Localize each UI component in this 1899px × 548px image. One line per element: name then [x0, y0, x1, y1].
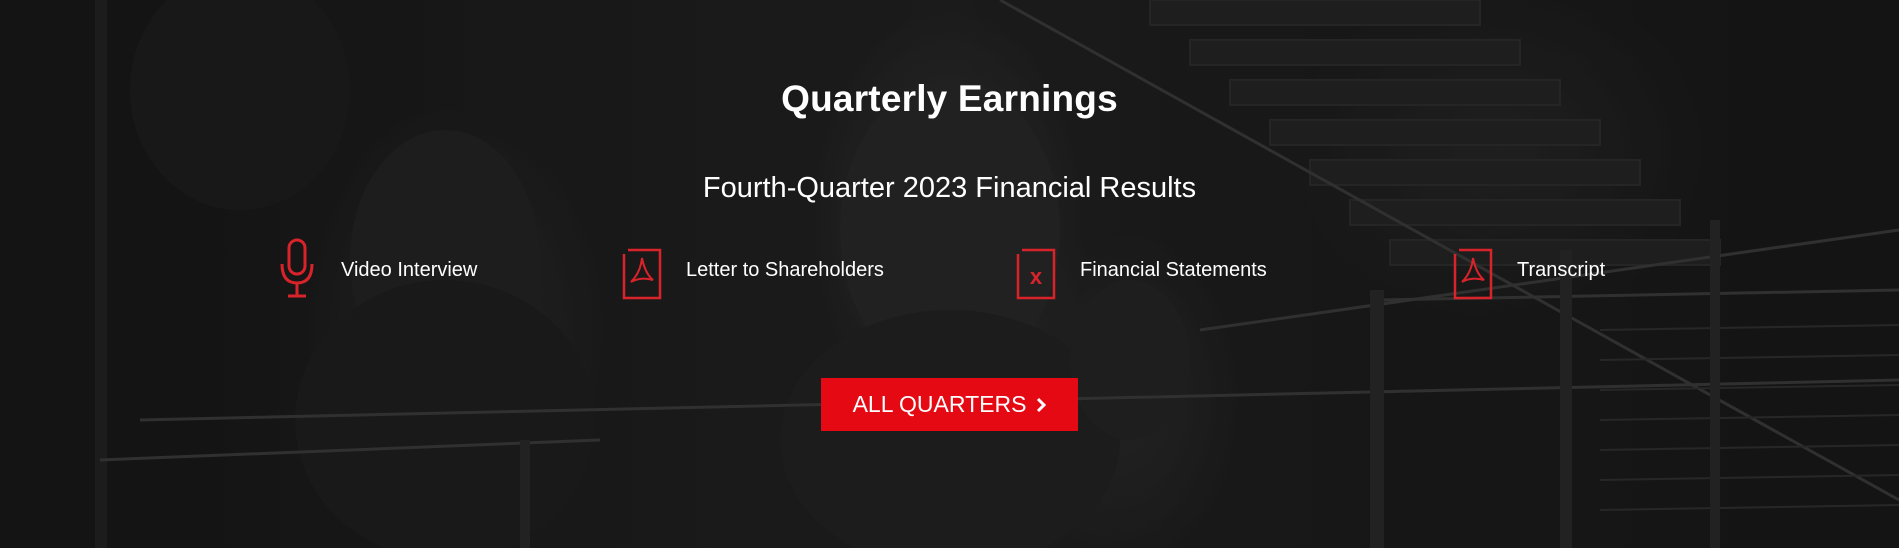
- letter-to-shareholders-label: Letter to Shareholders: [686, 258, 884, 281]
- all-quarters-button[interactable]: ALL QUARTERS: [821, 378, 1078, 431]
- financial-statements-link[interactable]: x Financial Statements: [1014, 238, 1267, 302]
- transcript-link[interactable]: Transcript: [1451, 238, 1605, 302]
- pdf-icon: [1453, 248, 1493, 300]
- letter-to-shareholders-link[interactable]: Letter to Shareholders: [620, 238, 884, 302]
- video-interview-label: Video Interview: [341, 258, 478, 281]
- video-interview-link[interactable]: Video Interview: [275, 238, 477, 302]
- financial-statements-label: Financial Statements: [1080, 258, 1267, 281]
- chevron-right-icon: [1037, 397, 1047, 412]
- earnings-hero: Quarterly Earnings Fourth-Quarter 2023 F…: [0, 0, 1899, 548]
- all-quarters-label: ALL QUARTERS: [852, 391, 1027, 417]
- page-title: Quarterly Earnings: [781, 78, 1118, 119]
- pdf-icon: [622, 248, 662, 300]
- microphone-icon: [280, 238, 314, 298]
- excel-icon: x: [1016, 248, 1056, 300]
- transcript-label: Transcript: [1517, 258, 1606, 281]
- earnings-subtitle: Fourth-Quarter 2023 Financial Results: [702, 172, 1197, 204]
- svg-text:x: x: [1030, 264, 1043, 289]
